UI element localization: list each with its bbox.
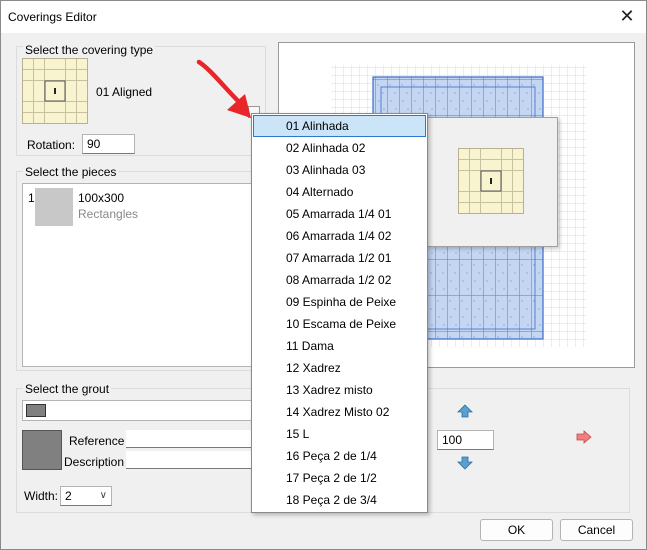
grout-color-preview [22,430,62,470]
pieces-label: Select the pieces [23,165,119,179]
covering-type-name: 01 Aligned [96,85,153,99]
chevron-down-icon: ∨ [99,490,107,501]
coverings-editor-window: Coverings Editor ✕ Select the covering t… [0,0,647,550]
dropdown-item[interactable]: 11 Dama [253,335,426,357]
window-title: Coverings Editor [8,10,97,24]
dropdown-item[interactable]: 01 Alinhada [253,115,426,137]
dropdown-item[interactable]: 14 Xadrez Misto 02 [253,401,426,423]
dropdown-item[interactable]: 04 Alternado [253,181,426,203]
dropdown-item[interactable]: 03 Alinhada 03 [253,159,426,181]
close-icon[interactable]: ✕ [618,7,636,25]
dropdown-item[interactable]: 17 Peça 2 de 1/2 [253,467,426,489]
covering-type-label: Select the covering type [23,43,156,57]
grout-color-select[interactable] [22,400,262,421]
arrow-down-icon[interactable] [457,456,473,470]
reference-input[interactable] [126,430,256,448]
dropdown-item[interactable]: 07 Amarrada 1/2 01 [253,247,426,269]
dropdown-item[interactable]: 12 Xadrez [253,357,426,379]
dropdown-item[interactable]: 08 Amarrada 1/2 02 [253,269,426,291]
arrow-up-icon[interactable] [457,404,473,418]
piece-size: 100x300 [78,191,125,205]
dropdown-item[interactable]: 02 Alinhada 02 [253,137,426,159]
dropdown-item[interactable]: 15 L [253,423,426,445]
aligned-pattern-icon [459,149,523,213]
reference-label: Reference [69,434,125,448]
dropdown-item[interactable]: 05 Amarrada 1/4 01 [253,203,426,225]
spin-value-input[interactable]: 100 [437,430,494,450]
piece-swatch [35,188,73,226]
popup-thumbnail [458,148,524,214]
description-label: Description [64,455,125,469]
dropdown-item[interactable]: 06 Amarrada 1/4 02 [253,225,426,247]
list-item[interactable]: 1 100x300 Rectangles [24,185,260,229]
width-value: 2 [65,489,72,503]
width-select[interactable]: 2 ∨ [60,486,112,506]
piece-index: 1 [28,191,35,205]
rotation-label: Rotation: [27,138,76,152]
aligned-pattern-icon [23,59,87,123]
dropdown-item[interactable]: 10 Escama de Peixe [253,313,426,335]
width-label: Width: [24,489,59,503]
dropdown-item[interactable]: 13 Xadrez misto [253,379,426,401]
covering-type-thumbnail [22,58,88,124]
description-input[interactable] [126,451,256,469]
cancel-button[interactable]: Cancel [560,519,633,541]
dropdown-item[interactable]: 16 Peça 2 de 1/4 [253,445,426,467]
ok-button[interactable]: OK [480,519,553,541]
pieces-list[interactable]: 1 100x300 Rectangles [22,183,262,367]
piece-shape: Rectangles [78,207,139,221]
grout-color-swatch [26,404,46,417]
rotation-input[interactable]: 90 [82,134,135,154]
dropdown-item[interactable]: 18 Peça 2 de 3/4 [253,489,426,511]
pattern-thumbnail-popup [427,117,558,247]
title-bar: Coverings Editor ✕ [1,1,646,33]
dropdown-item[interactable]: 09 Espinha de Peixe [253,291,426,313]
covering-type-dropdown[interactable]: 01 Alinhada 02 Alinhada 02 03 Alinhada 0… [251,113,428,513]
arrow-right-icon[interactable] [576,430,592,444]
grout-label: Select the grout [23,382,112,396]
